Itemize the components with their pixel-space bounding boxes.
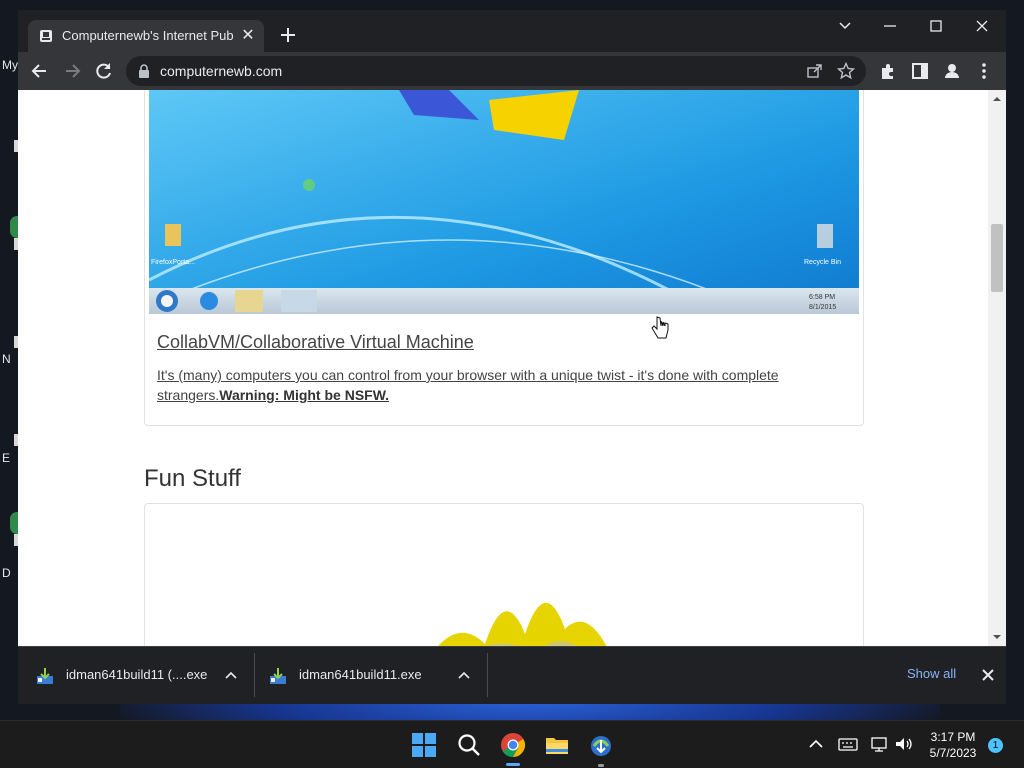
internet-download-manager-icon[interactable] bbox=[588, 732, 614, 758]
scroll-down-icon[interactable] bbox=[992, 632, 1002, 642]
section-heading: Fun Stuff bbox=[144, 465, 241, 492]
tab-strip: Computernewb's Internet Pub Hub ✕ bbox=[18, 10, 1006, 52]
vm-recycle-label: Recycle Bin bbox=[804, 259, 841, 266]
nsfw-warning[interactable]: Warning: Might be NSFW. bbox=[219, 387, 389, 403]
profile-icon[interactable] bbox=[942, 61, 962, 81]
fun-stuff-card bbox=[144, 503, 864, 646]
vm-desktop-icon-label: FirefoxPorta... bbox=[151, 259, 195, 266]
taskbar: 3:17 PM 5/7/2023 1 bbox=[0, 720, 1024, 768]
tab-close-icon[interactable]: ✕ bbox=[238, 26, 258, 46]
idm-file-icon bbox=[270, 668, 286, 684]
start-windows-icon[interactable] bbox=[411, 732, 437, 758]
close-downloads-icon[interactable] bbox=[980, 667, 996, 683]
forward-icon[interactable] bbox=[62, 61, 82, 81]
desktop-label: D bbox=[2, 566, 11, 580]
desktop-label: E bbox=[2, 451, 11, 465]
site-favicon-icon bbox=[40, 30, 52, 42]
downloads-bar: idman641build11 (....exe idman641build11… bbox=[18, 646, 1006, 704]
vertical-scrollbar[interactable] bbox=[988, 90, 1006, 646]
idm-file-icon bbox=[37, 668, 53, 684]
page-viewport: FirefoxPorta... Recycle Bin 6:58 PM 8/1/… bbox=[18, 90, 1006, 646]
maximize-icon[interactable] bbox=[922, 14, 950, 38]
download-options-chevron-icon[interactable] bbox=[224, 669, 238, 681]
tab-title: Computernewb's Internet Pub Hub bbox=[62, 28, 234, 43]
keyboard-icon[interactable] bbox=[838, 735, 858, 753]
download-item[interactable]: idman641build11.exe bbox=[251, 647, 487, 705]
tab-computernewb[interactable]: Computernewb's Internet Pub Hub ✕ bbox=[28, 20, 264, 52]
file-explorer-icon[interactable] bbox=[544, 732, 570, 758]
taskbar-clock-date[interactable]: 5/7/2023 bbox=[926, 746, 980, 760]
download-file-name: idman641build11 (....exe bbox=[66, 667, 208, 682]
running-app-indicator bbox=[598, 764, 604, 767]
collabvm-link[interactable]: CollabVM/Collaborative Virtual Machine bbox=[157, 332, 474, 353]
lock-icon[interactable] bbox=[138, 64, 150, 78]
bookmark-star-icon[interactable] bbox=[837, 62, 855, 80]
reload-icon[interactable] bbox=[94, 61, 114, 81]
url-text: computernewb.com bbox=[160, 63, 283, 79]
browser-window: Computernewb's Internet Pub Hub ✕ bbox=[18, 10, 1006, 704]
side-panel-icon[interactable] bbox=[910, 61, 930, 81]
close-window-icon[interactable] bbox=[968, 14, 996, 38]
network-icon[interactable] bbox=[870, 735, 890, 753]
download-separator bbox=[487, 653, 488, 697]
collabvm-description: It's (many) computers you can control fr… bbox=[157, 365, 817, 405]
scrollbar-thumb[interactable] bbox=[991, 224, 1003, 292]
collabvm-screenshot-image[interactable]: FirefoxPorta... Recycle Bin 6:58 PM 8/1/… bbox=[149, 90, 859, 314]
desktop-label: My bbox=[2, 58, 18, 72]
download-file-name: idman641build11.exe bbox=[299, 667, 422, 682]
search-icon[interactable] bbox=[456, 732, 482, 758]
fun-stuff-image[interactable] bbox=[395, 574, 635, 646]
show-all-button[interactable]: Show all bbox=[907, 666, 956, 681]
chrome-icon[interactable] bbox=[500, 732, 526, 758]
volume-icon[interactable] bbox=[894, 735, 914, 753]
address-bar[interactable]: computernewb.com bbox=[126, 56, 866, 86]
hand-cursor-icon bbox=[651, 316, 669, 339]
extensions-icon[interactable] bbox=[878, 61, 898, 81]
download-options-chevron-icon[interactable] bbox=[457, 669, 471, 681]
back-icon[interactable] bbox=[30, 61, 50, 81]
scroll-up-icon[interactable] bbox=[992, 94, 1002, 104]
tab-search-icon[interactable] bbox=[831, 14, 859, 38]
menu-icon[interactable] bbox=[974, 61, 994, 81]
new-tab-icon[interactable] bbox=[278, 25, 298, 45]
active-app-indicator bbox=[506, 763, 520, 766]
minimize-icon[interactable] bbox=[876, 14, 904, 38]
notification-badge[interactable]: 1 bbox=[988, 738, 1003, 753]
share-icon[interactable] bbox=[806, 62, 824, 80]
vm-clock-date: 8/1/2015 bbox=[809, 304, 836, 311]
taskbar-clock-time[interactable]: 3:17 PM bbox=[926, 730, 980, 744]
show-hidden-icons-chevron-icon[interactable] bbox=[806, 735, 826, 753]
download-item[interactable]: idman641build11 (....exe bbox=[18, 647, 254, 705]
vm-clock-time: 6:58 PM bbox=[809, 294, 835, 301]
desktop-label: N bbox=[2, 352, 11, 366]
toolbar: computernewb.com bbox=[18, 52, 1006, 90]
